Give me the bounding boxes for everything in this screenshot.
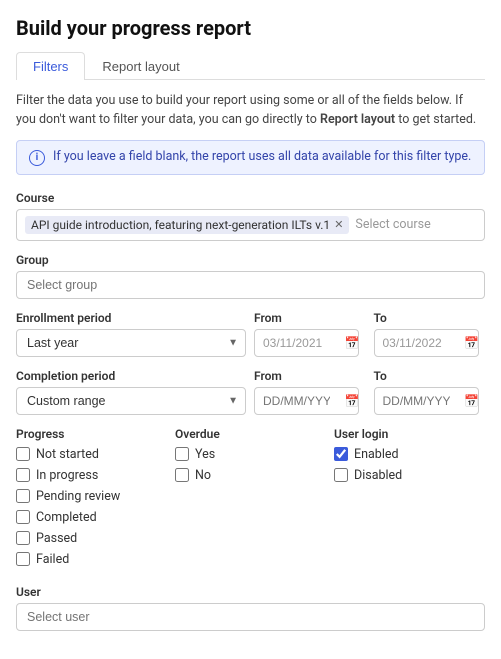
completion-from-input[interactable] [254, 387, 359, 415]
user-login-column: User login Enabled Disabled [334, 427, 485, 573]
group-input[interactable] [16, 271, 485, 299]
course-field: Course API guide introduction, featuring… [16, 191, 485, 241]
enrollment-to-input[interactable] [374, 329, 479, 357]
checkbox-completed: Completed [16, 510, 167, 525]
checkbox-in-progress-input[interactable] [16, 468, 30, 482]
checkbox-completed-input[interactable] [16, 510, 30, 524]
checkboxes-section: Progress Not started In progress Pending… [16, 427, 485, 573]
group-field: Group [16, 253, 485, 299]
enrollment-from-wrapper: 📅 [254, 329, 366, 357]
completion-from-label: From [254, 369, 366, 383]
enrollment-from-input[interactable] [254, 329, 359, 357]
progress-header: Progress [16, 427, 167, 441]
checkbox-passed-input[interactable] [16, 531, 30, 545]
overdue-header: Overdue [175, 427, 326, 441]
checkbox-failed-label: Failed [36, 552, 69, 567]
checkbox-failed-input[interactable] [16, 552, 30, 566]
checkbox-yes-input[interactable] [175, 447, 189, 461]
completion-to-field: To 📅 [374, 369, 486, 415]
user-field: User [16, 585, 485, 631]
course-tag: API guide introduction, featuring next-g… [25, 216, 349, 234]
checkbox-passed: Passed [16, 531, 167, 546]
progress-column: Progress Not started In progress Pending… [16, 427, 167, 573]
completion-period-select-wrapper: Custom range ▼ [16, 387, 246, 415]
enrollment-to-field: To 📅 [374, 311, 486, 357]
completion-from-wrapper: 📅 [254, 387, 366, 415]
checkbox-not-started: Not started [16, 447, 167, 462]
completion-to-label: To [374, 369, 486, 383]
tab-filters[interactable]: Filters [16, 52, 85, 80]
course-input[interactable]: API guide introduction, featuring next-g… [16, 209, 485, 241]
completion-period-row: Completion period Custom range ▼ From 📅 … [16, 369, 485, 415]
page-title: Build your progress report [16, 16, 485, 40]
completion-from-field: From 📅 [254, 369, 366, 415]
checkbox-enabled-label: Enabled [354, 447, 399, 462]
enrollment-to-wrapper: 📅 [374, 329, 486, 357]
completion-period-select[interactable]: Custom range [16, 387, 246, 415]
completion-period-label: Completion period [16, 369, 246, 383]
checkbox-not-started-input[interactable] [16, 447, 30, 461]
enrollment-from-field: From 📅 [254, 311, 366, 357]
checkbox-pending-review-label: Pending review [36, 489, 120, 504]
info-box: i If you leave a field blank, the report… [16, 140, 485, 175]
checkbox-enabled-input[interactable] [334, 447, 348, 461]
checkbox-passed-label: Passed [36, 531, 77, 546]
checkbox-in-progress: In progress [16, 468, 167, 483]
checkbox-disabled: Disabled [334, 468, 485, 483]
tab-report-layout[interactable]: Report layout [85, 52, 196, 80]
checkbox-pending-review: Pending review [16, 489, 167, 504]
completion-to-wrapper: 📅 [374, 387, 486, 415]
course-label: Course [16, 191, 485, 205]
enrollment-period-select-wrapper: Last year ▼ [16, 329, 246, 357]
info-box-text: If you leave a field blank, the report u… [53, 149, 471, 164]
course-tag-close[interactable]: ✕ [334, 218, 343, 231]
checkbox-completed-label: Completed [36, 510, 97, 525]
checkbox-pending-review-input[interactable] [16, 489, 30, 503]
completion-period-field: Completion period Custom range ▼ [16, 369, 246, 415]
course-tag-value: API guide introduction, featuring next-g… [31, 218, 330, 232]
user-login-header: User login [334, 427, 485, 441]
checkbox-disabled-label: Disabled [354, 468, 402, 483]
completion-to-input[interactable] [374, 387, 479, 415]
enrollment-period-select[interactable]: Last year [16, 329, 246, 357]
tabs-container: Filters Report layout [16, 52, 485, 80]
checkbox-in-progress-label: In progress [36, 468, 98, 483]
checkbox-not-started-label: Not started [36, 447, 99, 462]
info-icon: i [29, 150, 45, 166]
checkbox-no: No [175, 468, 326, 483]
checkbox-enabled: Enabled [334, 447, 485, 462]
user-input[interactable] [16, 603, 485, 631]
group-label: Group [16, 253, 485, 267]
enrollment-to-label: To [374, 311, 486, 325]
checkbox-yes: Yes [175, 447, 326, 462]
overdue-column: Overdue Yes No [175, 427, 326, 573]
description-text: Filter the data you use to build your re… [16, 92, 485, 130]
checkbox-failed: Failed [16, 552, 167, 567]
checkbox-disabled-input[interactable] [334, 468, 348, 482]
enrollment-period-row: Enrollment period Last year ▼ From 📅 To … [16, 311, 485, 357]
checkbox-no-label: No [195, 468, 211, 483]
enrollment-from-label: From [254, 311, 366, 325]
checkbox-yes-label: Yes [195, 447, 215, 462]
user-label: User [16, 585, 485, 599]
enrollment-period-label: Enrollment period [16, 311, 246, 325]
checkbox-no-input[interactable] [175, 468, 189, 482]
course-placeholder: Select course [355, 217, 430, 232]
report-layout-link[interactable]: Report layout [320, 112, 395, 127]
enrollment-period-field: Enrollment period Last year ▼ [16, 311, 246, 357]
